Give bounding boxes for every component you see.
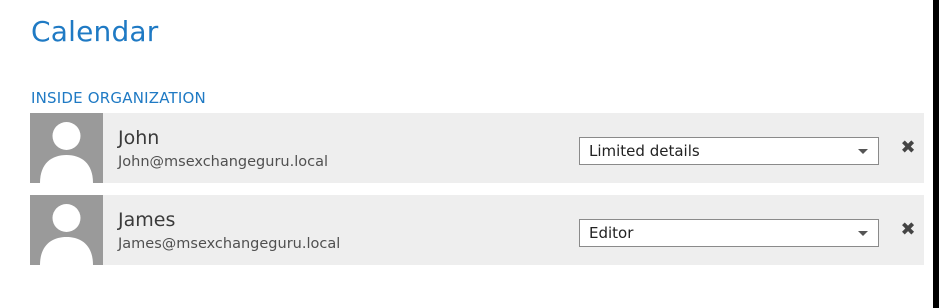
close-icon[interactable]: ✖ xyxy=(900,137,916,159)
permission-level-dropdown[interactable]: Limited details xyxy=(579,137,879,165)
permission-level-dropdown[interactable]: Editor xyxy=(579,219,879,247)
person-silhouette-icon xyxy=(30,195,103,265)
page-title: Calendar xyxy=(31,15,159,48)
chevron-down-icon xyxy=(858,231,868,236)
permission-row-james: James James@msexchangeguru.local Editor … xyxy=(30,195,924,265)
window-edge xyxy=(933,0,939,308)
permission-level-value: Editor xyxy=(589,224,634,242)
user-email: John@msexchangeguru.local xyxy=(118,154,329,170)
user-name: James xyxy=(118,209,176,231)
permission-level-value: Limited details xyxy=(589,142,700,160)
user-email: James@msexchangeguru.local xyxy=(118,236,341,252)
user-name: John xyxy=(118,127,160,149)
chevron-down-icon xyxy=(858,149,868,154)
close-icon[interactable]: ✖ xyxy=(900,219,916,241)
section-heading-inside-organization: INSIDE ORGANIZATION xyxy=(31,89,206,107)
permission-row-john: John John@msexchangeguru.local Limited d… xyxy=(30,113,924,183)
person-silhouette-icon xyxy=(30,113,103,183)
calendar-permissions-page: Calendar INSIDE ORGANIZATION John John@m… xyxy=(0,0,939,308)
